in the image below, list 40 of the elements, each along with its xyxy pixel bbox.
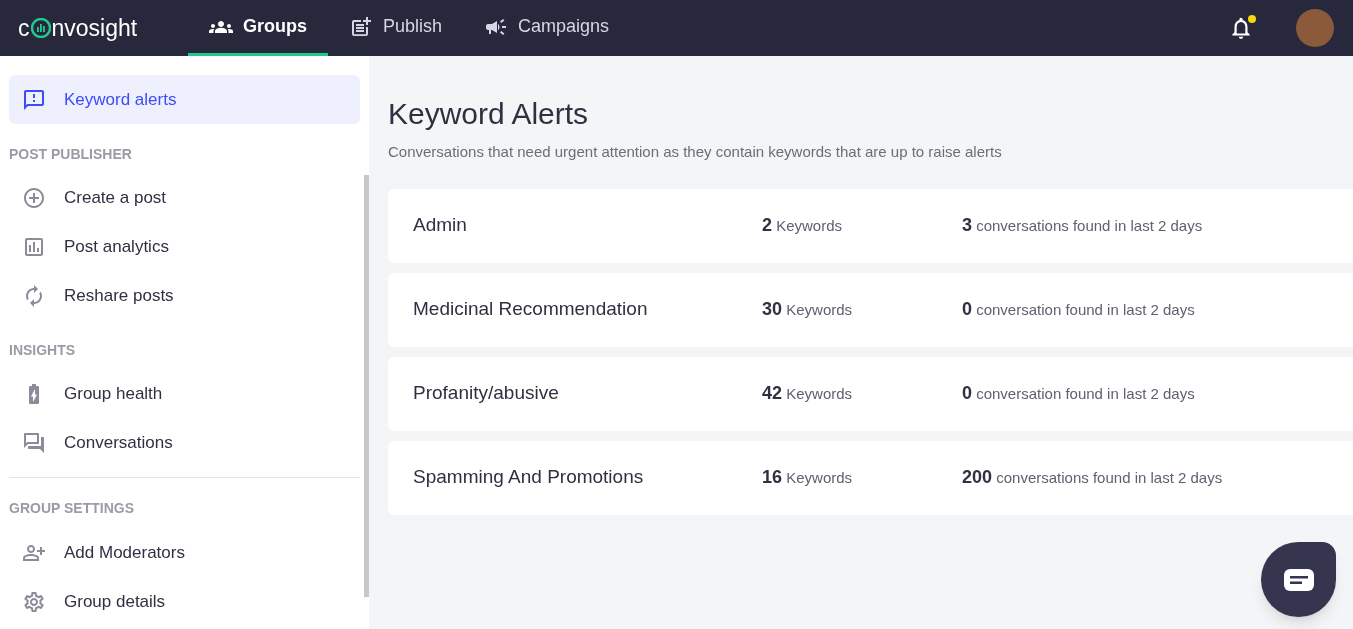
conversation-count: 0 conversation found in last 2 days [962,298,1195,321]
conversation-count: 0 conversation found in last 2 days [962,382,1195,405]
keyword-count: 30 Keywords [762,298,854,321]
alert-card[interactable]: Spamming And Promotions 16 Keywords 200 conversations found in last 2 days [388,440,1353,515]
conversation-count: 3 conversations found in last 2 days [962,214,1203,237]
section-heading: POST PUBLISHER [8,145,133,164]
alert-name: Medicinal Recommendation [413,297,649,322]
keyword-count: 2 Keywords [762,214,844,237]
page-subtitle: Conversations that need urgent attention as they contain keywords that are up to raise alerts [388,142,1003,162]
alert-card[interactable]: Profanity/abusive 42 Keywords 0 conversation found in last 2 days [388,356,1353,431]
sidebar-item[interactable]: Conversations [9,418,360,467]
chat-icon [1283,568,1314,591]
alert-name: Admin [413,213,468,238]
conversation-count: 200 conversations found in last 2 days [962,466,1223,489]
settings-icon [22,589,46,614]
logo[interactable]: c nvosight [18,10,188,46]
logo-icon [30,18,51,38]
alert-name: Spamming And Promotions [413,465,645,490]
section-heading: GROUP SETTINGS [8,499,135,518]
page-title: Keyword Alerts [388,96,590,132]
sidebar-item[interactable]: Add Moderators [9,528,360,577]
sidebar-item[interactable]: Group details [9,577,360,626]
keyword-count: 42 Keywords [762,382,854,405]
chat-button[interactable] [1261,542,1336,617]
alert-card[interactable]: Admin 2 Keywords 3 conversations found in last 2 days [388,188,1353,263]
document-plus-icon [349,14,373,39]
sidebar-item[interactable]: Create a post [9,173,360,222]
alert-name: Profanity/abusive [413,381,560,406]
section-heading: INSIGHTS [8,341,77,360]
sidebar-item[interactable]: Group health [9,369,360,418]
sidebar-item[interactable]: Keyword alerts [9,75,360,124]
nav-tab[interactable]: Campaigns [463,0,631,56]
avatar[interactable] [1296,9,1334,47]
chat-bubbles-icon [22,430,46,455]
nav-tab[interactable]: Publish [328,0,464,56]
sidebar-item[interactable]: Reshare posts [9,271,360,320]
keyword-count: 16 Keywords [762,466,854,489]
alert-message-icon [22,87,46,112]
alert-card[interactable]: Medicinal Recommendation 30 Keywords 0 conversation found in last 2 days [388,272,1353,347]
sidebar-item[interactable]: Post analytics [9,222,360,271]
